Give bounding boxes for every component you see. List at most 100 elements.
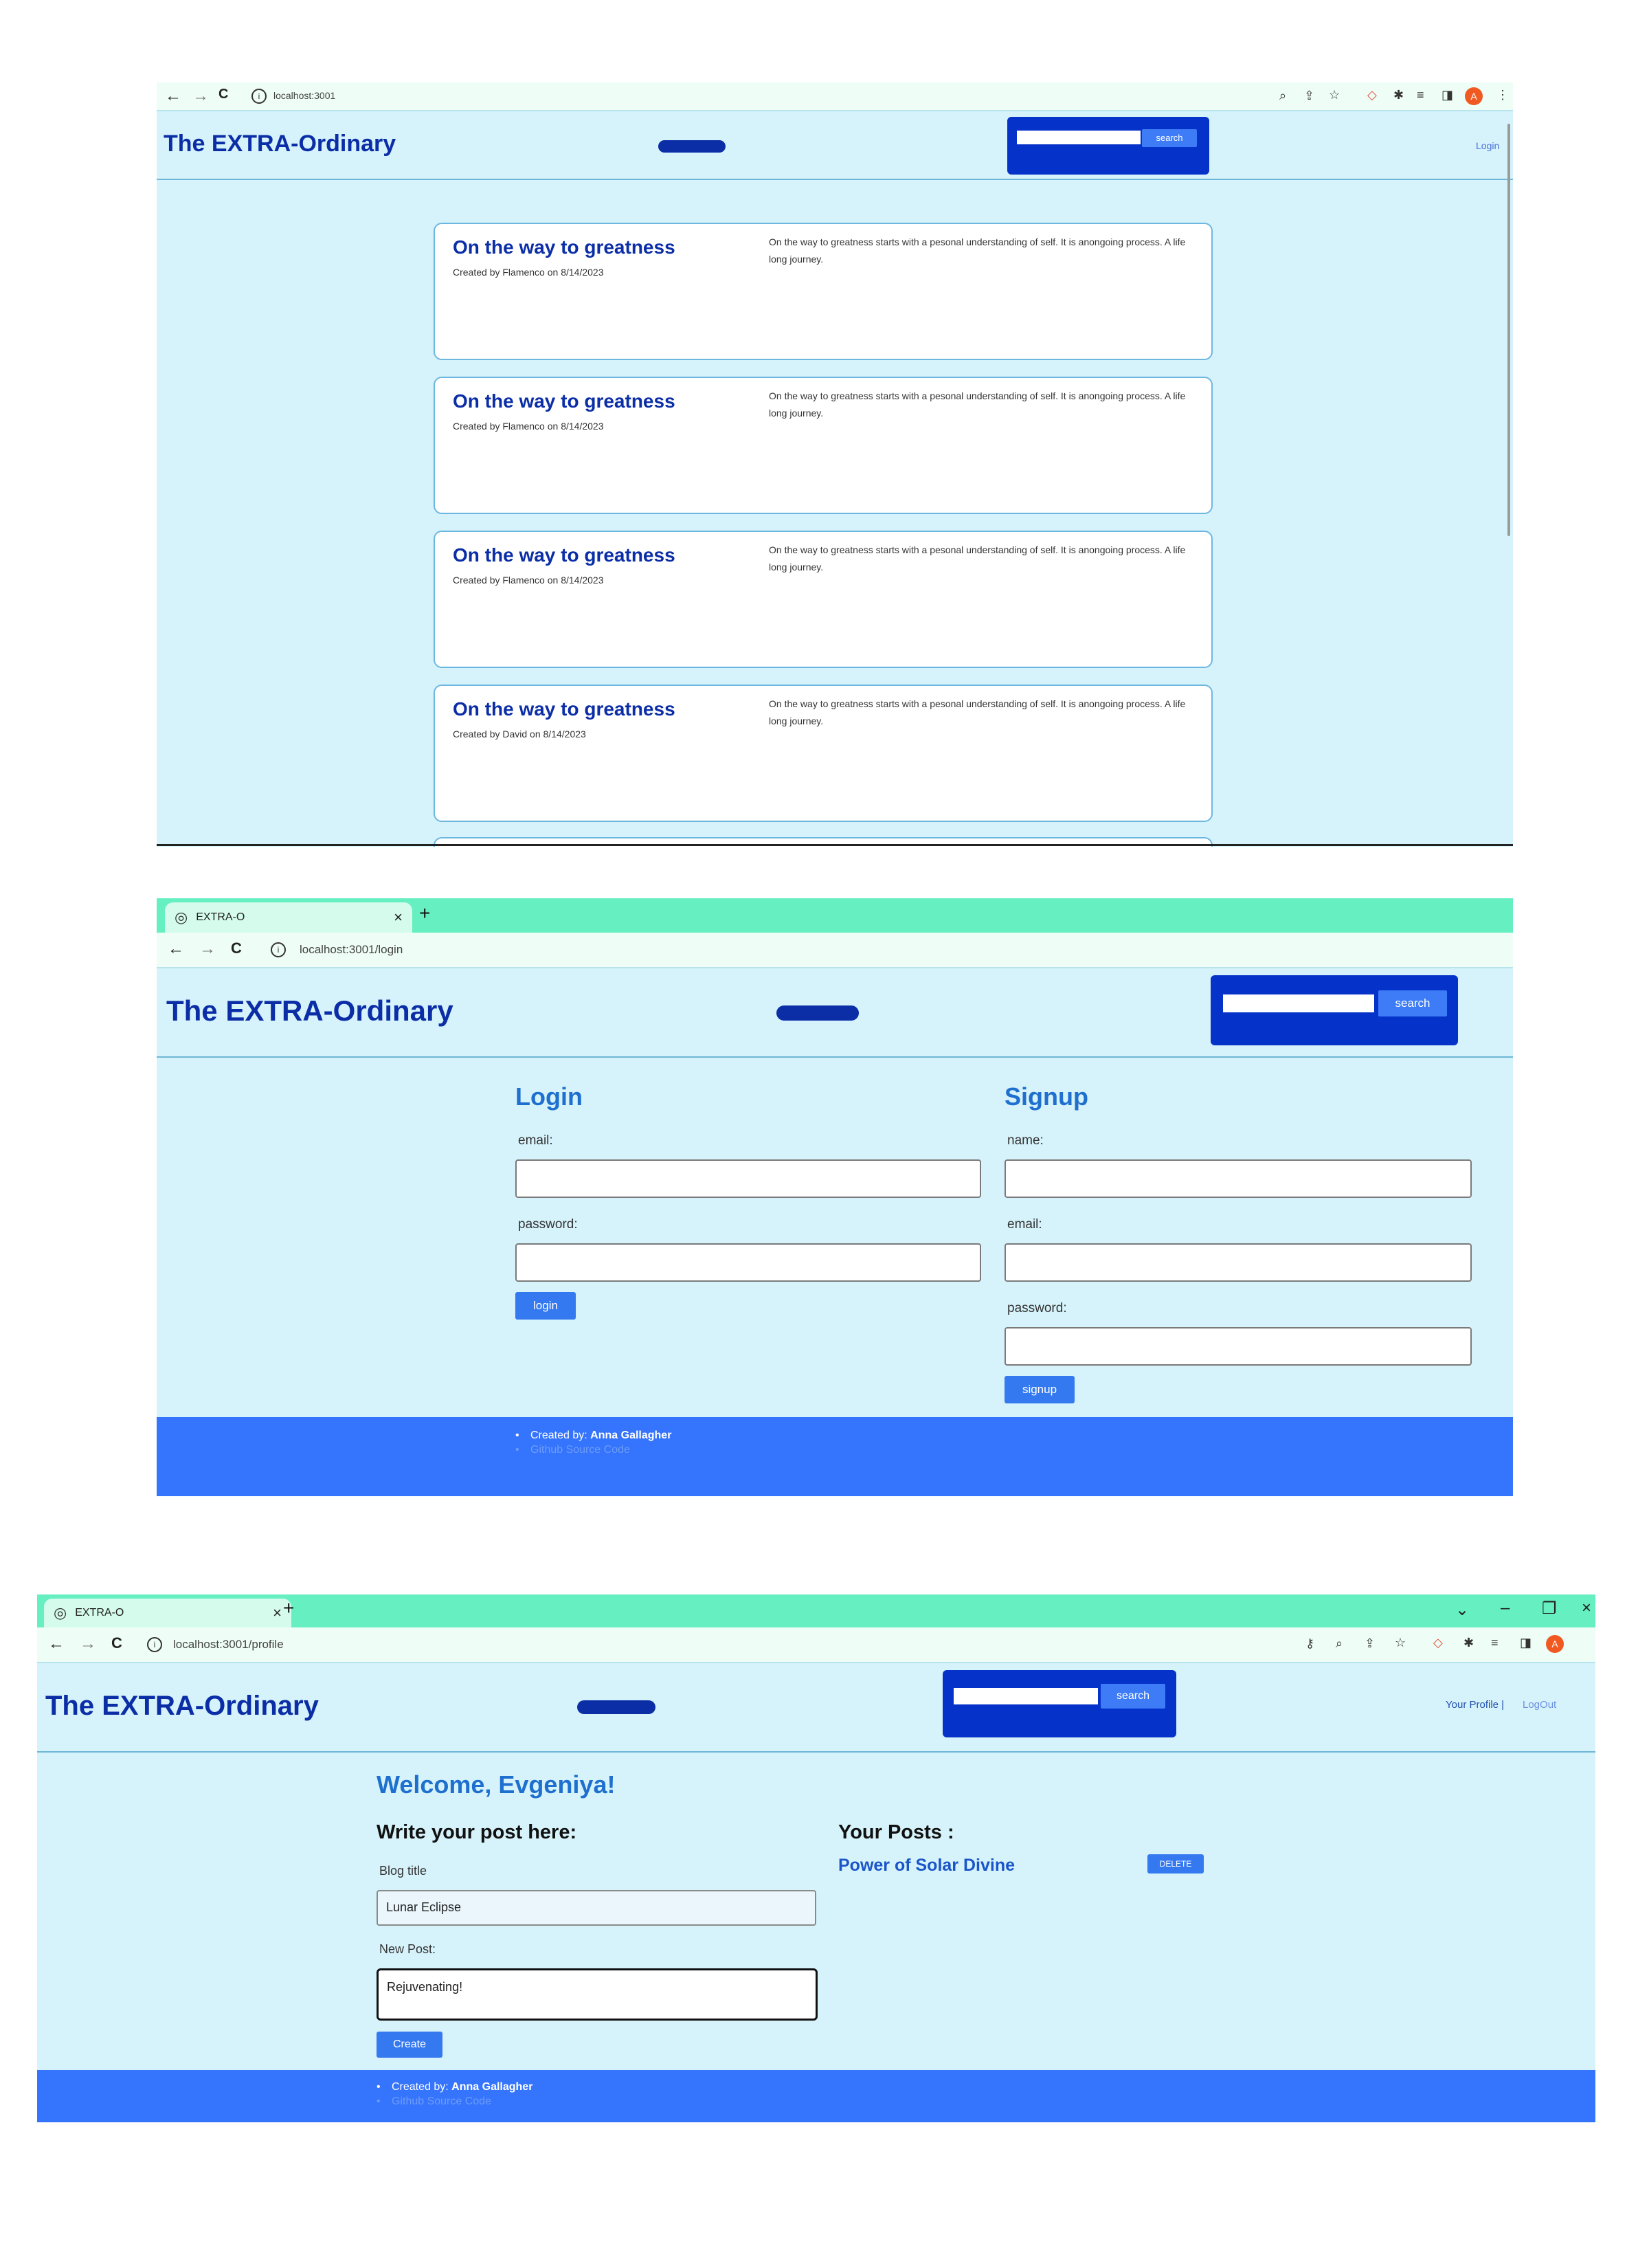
search-box: search bbox=[1211, 975, 1458, 1045]
tab-extra-o[interactable]: ◎ EXTRA-O × bbox=[44, 1599, 291, 1627]
zoom-icon[interactable]: ⌕ bbox=[1336, 1636, 1343, 1651]
login-button[interactable]: login bbox=[515, 1292, 576, 1320]
login-link[interactable]: Login bbox=[1476, 140, 1499, 151]
search-input[interactable] bbox=[1017, 131, 1141, 144]
brand-title[interactable]: The EXTRA-Ordinary bbox=[164, 131, 396, 157]
your-post-title[interactable]: Power of Solar Divine bbox=[838, 1856, 1015, 1876]
signup-heading: Signup bbox=[1005, 1082, 1088, 1111]
welcome-heading: Welcome, Evgeniya! bbox=[377, 1770, 616, 1799]
arrow-left-icon[interactable]: ← bbox=[48, 1634, 65, 1654]
login-password-input[interactable] bbox=[515, 1243, 981, 1282]
nav-pill[interactable] bbox=[658, 140, 726, 153]
close-icon[interactable]: × bbox=[394, 909, 403, 926]
reload-icon[interactable]: C bbox=[218, 87, 228, 102]
url-text[interactable]: localhost:3001/login bbox=[300, 943, 403, 957]
extension-icon[interactable]: ◇ bbox=[1367, 88, 1377, 102]
github-source-link[interactable]: Github Source Code bbox=[515, 1443, 671, 1457]
plus-icon[interactable]: + bbox=[283, 1597, 294, 1619]
plus-icon[interactable]: + bbox=[419, 902, 430, 924]
extension-icon[interactable]: ◇ bbox=[1433, 1636, 1443, 1650]
info-icon[interactable]: i bbox=[271, 942, 286, 957]
post-card[interactable]: On the way to greatness Created by Flame… bbox=[434, 531, 1213, 668]
post-title[interactable]: On the way to greatness bbox=[453, 698, 675, 720]
post-title[interactable]: On the way to greatness bbox=[453, 236, 675, 258]
signup-button[interactable]: signup bbox=[1005, 1376, 1075, 1403]
arrow-right-icon[interactable]: → bbox=[80, 1634, 96, 1654]
post-body: On the way to greatness starts with a pe… bbox=[769, 698, 1186, 726]
nav-pill[interactable] bbox=[776, 1005, 859, 1021]
reload-icon[interactable]: C bbox=[231, 940, 242, 957]
post-meta: Created by Flamenco on 8/14/2023 bbox=[453, 267, 604, 278]
signup-name-input[interactable] bbox=[1005, 1159, 1472, 1198]
your-profile-link[interactable]: Your Profile | bbox=[1446, 1699, 1504, 1711]
blog-title-value: Lunar Eclipse bbox=[386, 1900, 462, 1914]
avatar-icon[interactable]: A bbox=[1465, 87, 1483, 105]
post-body: On the way to greatness starts with a pe… bbox=[769, 236, 1186, 265]
sidepanel-icon[interactable]: ◨ bbox=[1520, 1636, 1532, 1650]
arrow-left-icon[interactable]: ← bbox=[168, 940, 184, 959]
site-header: The EXTRA-Ordinary search Your Profile |… bbox=[37, 1662, 1595, 1753]
url-text[interactable]: localhost:3001/profile bbox=[173, 1638, 284, 1652]
share-icon[interactable]: ⇪ bbox=[1304, 89, 1314, 103]
password-key-icon[interactable]: ⚷ bbox=[1305, 1636, 1314, 1651]
share-icon[interactable]: ⇪ bbox=[1365, 1636, 1375, 1651]
media-icon[interactable]: ≡ bbox=[1417, 88, 1424, 102]
brand-title[interactable]: The EXTRA-Ordinary bbox=[45, 1691, 319, 1722]
sidepanel-icon[interactable]: ◨ bbox=[1442, 88, 1453, 102]
search-input[interactable] bbox=[1223, 994, 1374, 1012]
avatar-icon[interactable]: A bbox=[1546, 1635, 1564, 1653]
post-card[interactable]: On the way to greatness Created by Flame… bbox=[434, 223, 1213, 360]
kebab-menu-icon[interactable]: ⋮ bbox=[1496, 88, 1509, 102]
logout-link[interactable]: LogOut bbox=[1523, 1699, 1556, 1711]
brand-title[interactable]: The EXTRA-Ordinary bbox=[166, 994, 453, 1027]
post-title[interactable]: On the way to greatness bbox=[453, 544, 675, 566]
post-card[interactable]: On the way to greatness Created by David… bbox=[434, 685, 1213, 822]
puzzle-icon[interactable]: ✱ bbox=[1393, 88, 1404, 102]
address-bar: ← → C i localhost:3001/profile ⚷ ⌕ ⇪ ☆ ◇… bbox=[37, 1627, 1595, 1663]
reload-icon[interactable]: C bbox=[111, 1634, 122, 1652]
footer-credit: Created by: Anna Gallagher bbox=[377, 2080, 532, 2094]
restore-icon[interactable]: ❐ bbox=[1542, 1599, 1557, 1619]
post-body: On the way to greatness starts with a pe… bbox=[769, 390, 1186, 419]
signup-email-label: email: bbox=[1007, 1217, 1042, 1232]
login-password-label: password: bbox=[518, 1217, 578, 1232]
post-card[interactable]: On the way to greatness Created by Flame… bbox=[434, 377, 1213, 514]
zoom-icon[interactable]: ⌕ bbox=[1279, 89, 1286, 103]
tab-extra-o[interactable]: ◎ EXTRA-O × bbox=[165, 902, 412, 933]
signup-password-input[interactable] bbox=[1005, 1327, 1472, 1366]
github-source-link[interactable]: Github Source Code bbox=[377, 2094, 532, 2109]
blog-title-input[interactable]: Lunar Eclipse bbox=[377, 1890, 816, 1926]
url-text[interactable]: localhost:3001 bbox=[273, 90, 335, 101]
arrow-left-icon[interactable]: ← bbox=[165, 87, 181, 106]
signup-email-input[interactable] bbox=[1005, 1243, 1472, 1282]
scrollbar[interactable] bbox=[1507, 124, 1510, 536]
globe-icon: ◎ bbox=[175, 909, 188, 926]
delete-button[interactable]: DELETE bbox=[1147, 1854, 1204, 1874]
nav-pill[interactable] bbox=[577, 1700, 655, 1714]
star-icon[interactable]: ☆ bbox=[1329, 88, 1340, 102]
arrow-right-icon[interactable]: → bbox=[192, 87, 209, 106]
search-button[interactable]: search bbox=[1142, 129, 1197, 147]
search-box: search bbox=[1007, 117, 1209, 175]
media-icon[interactable]: ≡ bbox=[1491, 1636, 1499, 1650]
search-input[interactable] bbox=[954, 1688, 1098, 1704]
arrow-right-icon[interactable]: → bbox=[199, 940, 216, 959]
puzzle-icon[interactable]: ✱ bbox=[1463, 1636, 1474, 1650]
minimize-icon[interactable]: – bbox=[1501, 1599, 1510, 1618]
create-button[interactable]: Create bbox=[377, 2032, 442, 2058]
info-icon[interactable]: i bbox=[251, 89, 267, 104]
new-post-textarea[interactable]: Rejuvenating! bbox=[377, 1968, 818, 2021]
close-window-icon[interactable]: × bbox=[1582, 1599, 1591, 1618]
search-button[interactable]: search bbox=[1101, 1684, 1165, 1709]
login-email-input[interactable] bbox=[515, 1159, 981, 1198]
post-title[interactable]: On the way to greatness bbox=[453, 390, 675, 412]
address-bar: ← → C i localhost:3001 ⌕ ⇪ ☆ ◇ ✱ ≡ ◨ A ⋮ bbox=[157, 82, 1513, 111]
star-icon[interactable]: ☆ bbox=[1395, 1636, 1406, 1650]
post-meta: Created by Flamenco on 8/14/2023 bbox=[453, 575, 604, 586]
tab-search-icon[interactable]: ⌄ bbox=[1455, 1600, 1469, 1620]
info-icon[interactable]: i bbox=[147, 1637, 162, 1652]
tab-title: EXTRA-O bbox=[75, 1607, 124, 1619]
new-post-label: New Post: bbox=[379, 1942, 436, 1956]
close-icon[interactable]: × bbox=[273, 1604, 282, 1622]
search-button[interactable]: search bbox=[1378, 990, 1447, 1016]
